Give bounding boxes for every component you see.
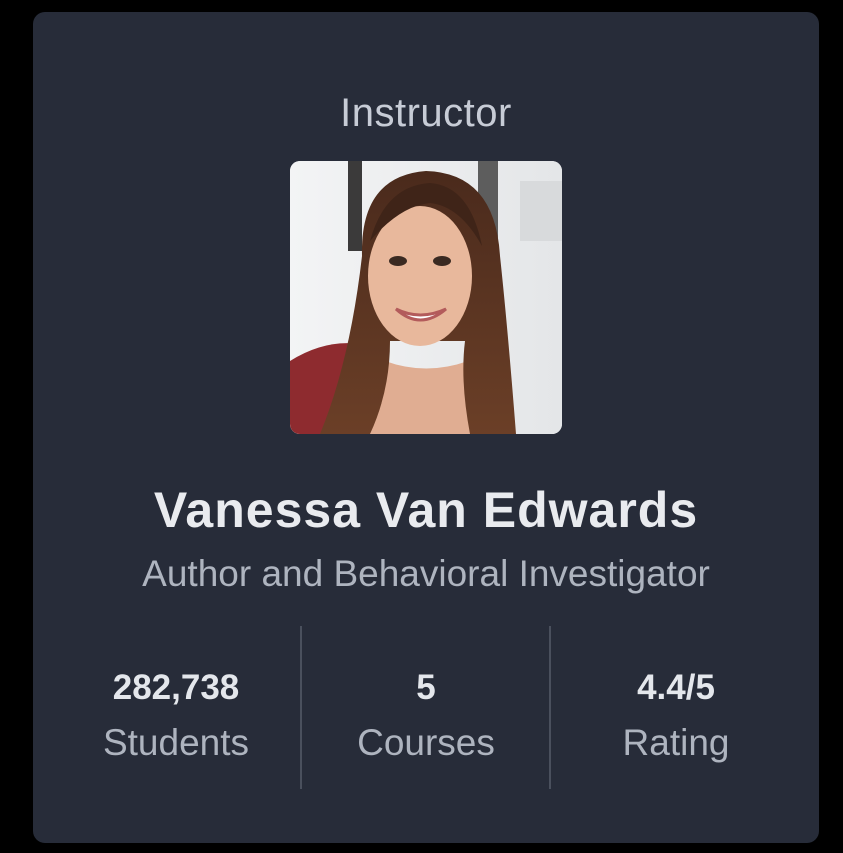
stat-students: 282,738 Students [51, 667, 301, 765]
instructor-portrait-photo [290, 161, 562, 434]
instructor-title: Author and Behavioral Investigator [142, 553, 710, 594]
instructor-card: Instructor Vanessa Van Edwards Author an… [33, 12, 819, 843]
stat-label: Students [102, 722, 250, 763]
stat-courses: 5 Courses [301, 667, 551, 765]
instructor-name[interactable]: Vanessa Van Edwards [33, 482, 819, 538]
instructor-avatar[interactable] [290, 161, 562, 434]
stat-value: 4.4/5 [637, 668, 715, 707]
stat-label: Rating [622, 722, 730, 763]
stat-value: 5 [416, 668, 436, 707]
stat-value: 282,738 [112, 668, 240, 707]
stat-label: Courses [357, 722, 495, 763]
section-title: Instructor [340, 91, 512, 135]
stat-rating: 4.4/5 Rating [551, 667, 801, 765]
